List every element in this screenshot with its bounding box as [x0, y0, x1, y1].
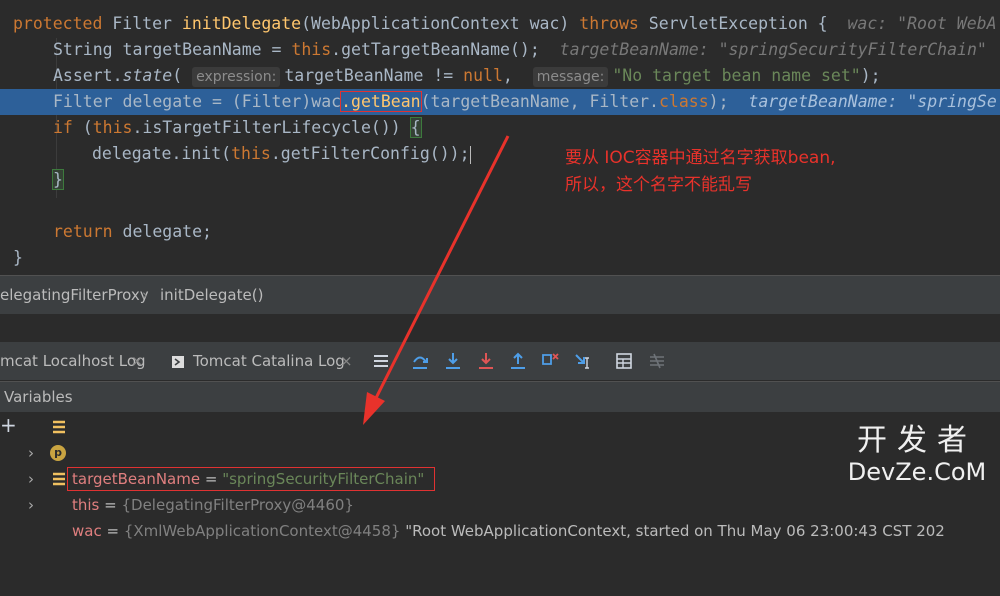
code-line-1[interactable]: protected Filter initDelegate(WebApplica… — [0, 11, 1000, 37]
breadcrumb-class[interactable]: elegatingFilterProxy — [0, 276, 149, 314]
expand-chevron-icon[interactable]: › — [28, 492, 34, 518]
step-over-icon[interactable] — [411, 352, 429, 370]
variables-panel-header: Variables — [0, 381, 1000, 412]
force-step-into-icon[interactable] — [477, 352, 495, 370]
tab-localhost-log[interactable]: mcat Localhost Log — [0, 342, 146, 380]
param-hint-expression: expression: — [192, 67, 281, 87]
breadcrumb-method[interactable]: initDelegate() — [160, 276, 263, 314]
code-line-3[interactable]: Assert.state( expression: targetBeanName … — [0, 63, 1000, 89]
breadcrumb: elegatingFilterProxy › initDelegate() — [0, 275, 1000, 315]
code-line-9[interactable]: } — [0, 245, 1000, 270]
drop-frame-icon[interactable] — [541, 352, 559, 370]
inline-hint: targetBeanName: "springSecurityFilterCha… — [559, 40, 987, 59]
getbean-highlight-box: .getBean — [340, 91, 422, 112]
variables-title: Variables — [4, 388, 73, 406]
code-editor[interactable]: protected Filter initDelegate(WebApplica… — [0, 0, 1000, 270]
terminal-icon — [172, 356, 184, 368]
matched-brace: { — [409, 117, 422, 138]
trace-icon[interactable] — [648, 352, 666, 370]
watermark: 开发者 DevZe.CoM — [847, 423, 987, 487]
parameter-badge-icon: p — [50, 445, 66, 461]
close-icon[interactable]: × — [340, 342, 353, 380]
code-line-7[interactable]: } — [0, 167, 1000, 193]
step-into-icon[interactable] — [444, 352, 462, 370]
param-hint-message: message: — [532, 67, 609, 87]
code-line-8[interactable]: return delegate; — [0, 219, 1000, 245]
text-caret — [469, 145, 471, 164]
target-bean-name-highlight-box: targetBeanName = "springSecurityFilterCh… — [66, 467, 436, 491]
breadcrumb-separator: › — [142, 286, 148, 304]
close-icon[interactable]: × — [131, 342, 144, 380]
run-to-cursor-icon[interactable] — [574, 352, 592, 370]
field-stack-icon — [53, 420, 65, 434]
code-line-5[interactable]: if (this.isTargetFilterLifecycle()) { — [0, 115, 1000, 141]
inline-hint: wac: "Root WebA — [847, 14, 997, 33]
step-out-icon[interactable] — [509, 352, 527, 370]
annotation-text-1: 要从 IOC容器中通过名字获取bean, — [565, 148, 836, 168]
field-stack-icon — [53, 472, 65, 486]
inline-hint: targetBeanName: "springSe — [748, 92, 997, 111]
matched-brace: } — [52, 169, 64, 190]
code-line-6[interactable]: delegate.init(this.getFilterConfig()); — [0, 141, 1000, 167]
annotation-text-2: 所以，这个名字不能乱写 — [565, 175, 752, 195]
tab-catalina-log[interactable]: Tomcat Catalina Log — [193, 342, 345, 380]
menu-icon[interactable] — [372, 352, 390, 370]
panel-gap — [0, 314, 1000, 342]
evaluate-table-icon[interactable] — [615, 352, 633, 370]
debug-toolbar: mcat Localhost Log × Tomcat Catalina Log… — [0, 342, 1000, 380]
code-line-4-selected[interactable]: Filter delegate = (Filter)wac.getBean(ta… — [0, 89, 1000, 115]
code-line-2[interactable]: String targetBeanName = this.getTargetBe… — [0, 37, 1000, 63]
